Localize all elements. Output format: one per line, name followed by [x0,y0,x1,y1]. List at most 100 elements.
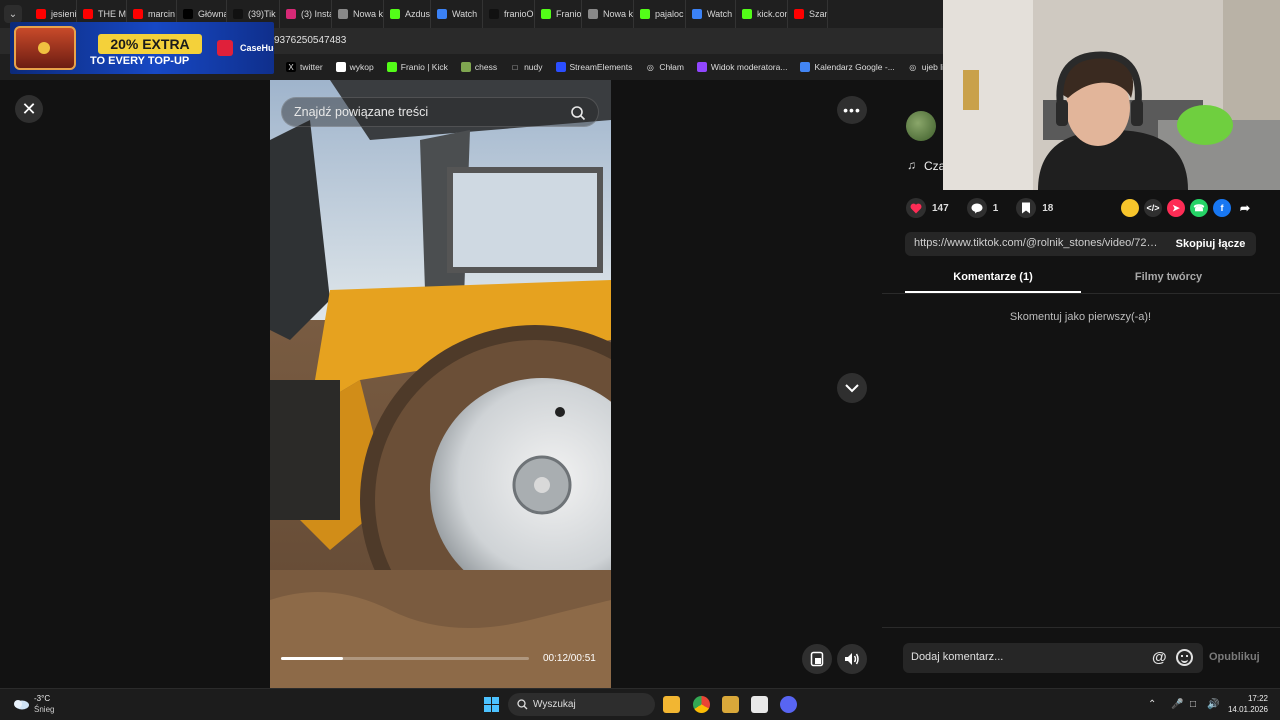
browser-tab[interactable]: Watch [686,0,736,28]
emoji-icon[interactable] [1176,649,1193,666]
display-icon[interactable]: □ [1190,699,1196,710]
windows-start-icon[interactable] [484,697,499,712]
file-explorer-icon[interactable] [663,696,680,713]
browser-tab[interactable]: franioO [483,0,535,28]
browser-tab-label: (39)Tik [248,9,276,19]
more-options-button[interactable]: ••• [837,96,867,124]
browser-tab[interactable]: kick.com [736,0,788,28]
close-button[interactable]: ✕ [15,95,43,123]
copy-link-button[interactable]: Skopiuj łącze [1165,232,1256,256]
tab-favicon-icon [541,9,551,19]
comment-placeholder: Dodaj komentarz... [911,651,1004,663]
music-note-icon: ♫ [907,158,916,172]
bookmark-item[interactable]: Kalendarz Google -... [800,62,895,72]
bookmark-item[interactable]: wykop [335,62,374,72]
bookmark-item[interactable]: Franio | Kick [386,62,448,72]
like-button[interactable]: 147 [906,198,949,218]
creator-avatar[interactable] [906,111,936,141]
clock-date[interactable]: 14.01.2026 [1220,705,1268,714]
tab-favicon-icon [742,9,752,19]
game-app-icon[interactable] [722,696,739,713]
tab-favicon-icon [640,9,650,19]
related-search-bar[interactable]: Znajdź powiązane treści [281,97,599,127]
whatsapp-icon[interactable]: ☎ [1190,199,1208,217]
browser-tab[interactable]: Nowa k [332,0,384,28]
taskbar-search-icon [517,699,528,710]
tab-favicon-icon [233,9,243,19]
bookmark-item[interactable]: StreamElements [555,62,633,72]
bookmark-item[interactable]: Xtwitter [286,62,323,72]
save-button[interactable]: 18 [1016,198,1053,218]
ad-topup-label: TO EVERY TOP-UP [90,55,190,67]
tab-divider [882,293,1280,294]
speaker-icon [845,653,859,665]
related-search-placeholder: Znajdź powiązane treści [294,105,429,119]
browser-tab[interactable]: Nowa k [582,0,634,28]
taskbar-search[interactable]: Wyszukaj [508,693,655,716]
search-icon[interactable] [570,105,586,121]
ad-banner[interactable]: 20% EXTRA TO EVERY TOP-UP CaseHug [10,22,274,74]
bookmark-label: nudy [524,62,543,72]
bookmark-label: Kalendarz Google -... [814,62,895,72]
browser-tab[interactable]: Franio [535,0,582,28]
tab-comments[interactable]: Komentarze (1) [905,271,1081,293]
browser-tab-label: Nowa k [603,9,634,19]
comment-input[interactable]: Dodaj komentarz... @ [903,643,1203,673]
microphone-icon[interactable]: 🎤 [1171,699,1183,710]
video-link[interactable]: https://www.tiktok.com/@rolnik_stones/vi… [914,237,1159,249]
bookmark-label: StreamElements [569,62,633,72]
volume-tray-icon[interactable]: 🔊 [1207,699,1219,710]
bookmark-item[interactable]: ◎ Chłam [645,62,684,72]
tab-favicon-icon [588,9,598,19]
bookmark-label: Widok moderatora... [710,62,788,72]
browser-tab[interactable]: (3) Insta [280,0,332,28]
browser-tab[interactable]: Watch [431,0,483,28]
tray-chevron-up-icon[interactable]: ⌃ [1148,699,1156,710]
tab-search-chevron-icon[interactable]: ⌄ [4,5,22,23]
weather-condition: Śnieg [34,705,55,714]
heart-icon [906,198,926,218]
tab-favicon-icon [338,9,348,19]
floating-player-button[interactable] [802,644,832,674]
tab-favicon-icon [489,9,499,19]
send-icon[interactable]: ➤ [1167,199,1185,217]
tab-creator-videos[interactable]: Filmy twórcy [1081,271,1256,293]
clock-time[interactable]: 17:22 [1228,694,1268,703]
video-frame[interactable] [270,80,611,688]
tab-favicon-icon [36,9,46,19]
video-progress-bar[interactable] [281,657,529,660]
bookmark-item[interactable]: chess [460,62,497,72]
browser-tab[interactable]: pajaloc [634,0,686,28]
discord-icon[interactable] [780,696,797,713]
facebook-icon[interactable]: f [1213,199,1231,217]
share-row: </> ➤ ☎ f ➦ [1121,199,1259,217]
chrome-icon[interactable] [693,696,710,713]
comment-button[interactable]: 1 [966,198,998,218]
video-link-box: https://www.tiktok.com/@rolnik_stones/vi… [905,232,1256,256]
tractor-video-image [270,80,611,688]
browser-tab-label: franioO [504,9,534,19]
bookmark-item[interactable]: Widok moderatora... [696,62,788,72]
comment-bubble-icon [966,198,987,218]
action-row: 147 1 18 [906,198,1071,218]
friends-share-icon[interactable] [1121,199,1139,217]
bookmark-label: Franio | Kick [400,62,448,72]
floating-player-icon [810,651,824,667]
browser-tab[interactable]: Azdus [384,0,431,28]
browser-tab-label: Azdus [405,9,431,19]
weather-cloud-icon[interactable] [12,697,30,711]
app-window-icon[interactable] [751,696,768,713]
browser-tab-label: THE M [98,9,126,19]
share-arrow-icon[interactable]: ➦ [1236,199,1254,217]
browser-tab-label: Nowa k [353,9,384,19]
bookmark-item[interactable]: □ nudy [510,62,543,72]
embed-code-icon[interactable]: </> [1144,199,1162,217]
url-text[interactable]: 9376250547483 [274,35,346,46]
more-dots-icon: ••• [843,102,861,118]
browser-tab-label: marcin [148,9,176,19]
publish-button[interactable]: Opublikuj [1209,651,1260,663]
next-video-button[interactable] [837,373,867,403]
volume-button[interactable] [837,644,867,674]
browser-tab[interactable]: Szanu [788,0,828,28]
mention-icon[interactable]: @ [1152,649,1167,666]
